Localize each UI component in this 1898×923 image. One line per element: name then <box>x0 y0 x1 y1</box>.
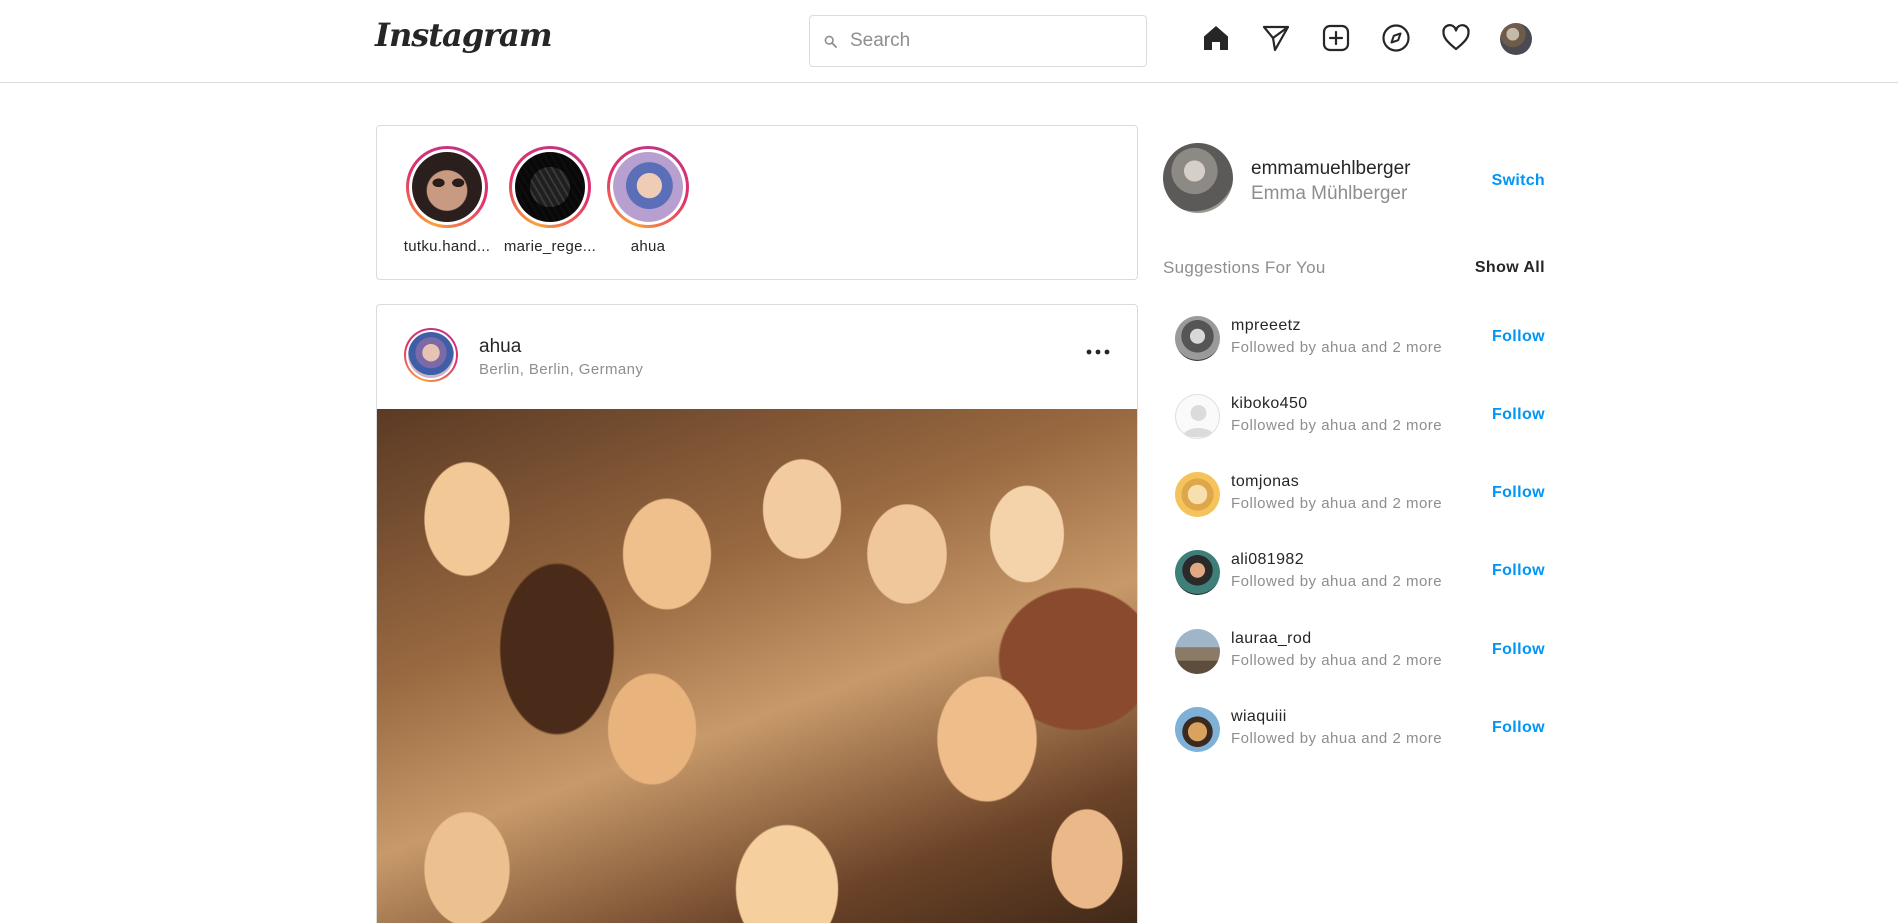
more-options-button[interactable] <box>1081 341 1115 363</box>
suggestion-username[interactable]: ali081982 <box>1231 551 1304 569</box>
profile-avatar[interactable] <box>1500 23 1532 55</box>
direct-icon[interactable] <box>1260 22 1292 54</box>
suggestion-item: tomjonas Followed by ahua and 2 more Fol… <box>1175 472 1545 518</box>
suggestion-meta: Followed by ahua and 2 more <box>1231 339 1443 356</box>
current-user-card: emmamuehlberger Emma Mühlberger Switch <box>1163 143 1545 215</box>
suggestion-item: wiaquiii Followed by ahua and 2 more Fol… <box>1175 707 1545 753</box>
home-icon[interactable] <box>1200 22 1232 54</box>
suggestion-meta: Followed by ahua and 2 more <box>1231 652 1443 669</box>
suggestion-username[interactable]: kiboko450 <box>1231 395 1308 413</box>
follow-button[interactable]: Follow <box>1492 562 1545 580</box>
suggestion-meta: Followed by ahua and 2 more <box>1231 495 1443 512</box>
story-username: marie_rege... <box>503 238 597 255</box>
follow-button[interactable]: Follow <box>1492 328 1545 346</box>
story-ring <box>607 146 689 228</box>
switch-account-button[interactable]: Switch <box>1492 172 1545 190</box>
new-post-icon[interactable] <box>1320 22 1352 54</box>
story-avatar <box>412 152 482 222</box>
post-author-avatar[interactable] <box>404 328 458 382</box>
story-ring <box>406 146 488 228</box>
instagram-logo[interactable]: Instagram <box>375 16 553 54</box>
suggestions-title: Suggestions For You <box>1163 258 1326 277</box>
suggestion-meta: Followed by ahua and 2 more <box>1231 417 1443 434</box>
suggestion-username[interactable]: lauraa_rod <box>1231 630 1312 648</box>
stories-tray: tutku.hand... marie_rege... ahua <box>376 125 1138 280</box>
story-item[interactable]: marie_rege... <box>500 146 600 255</box>
story-avatar <box>515 152 585 222</box>
suggestion-item: mpreeetz Followed by ahua and 2 more Fol… <box>1175 316 1545 362</box>
story-item[interactable]: tutku.hand... <box>397 146 497 255</box>
story-item[interactable]: ahua <box>598 146 698 255</box>
suggestion-avatar[interactable] <box>1175 472 1220 517</box>
activity-heart-icon[interactable] <box>1440 22 1472 54</box>
story-avatar <box>613 152 683 222</box>
suggestion-avatar[interactable] <box>1175 707 1220 752</box>
suggestion-item: lauraa_rod Followed by ahua and 2 more F… <box>1175 629 1545 675</box>
suggestion-avatar[interactable] <box>1175 550 1220 595</box>
follow-button[interactable]: Follow <box>1492 641 1545 659</box>
suggestion-username[interactable]: mpreeetz <box>1231 317 1301 335</box>
more-options-icon <box>1086 349 1110 355</box>
search-box[interactable] <box>809 15 1147 67</box>
story-username: ahua <box>630 238 666 255</box>
story-ring <box>509 146 591 228</box>
suggestion-item: kiboko450 Followed by ahua and 2 more Fo… <box>1175 394 1545 440</box>
current-user-username[interactable]: emmamuehlberger <box>1251 158 1410 180</box>
feed-post: ahua Berlin, Berlin, Germany <box>376 304 1138 923</box>
suggestion-meta: Followed by ahua and 2 more <box>1231 573 1443 590</box>
current-user-fullname: Emma Mühlberger <box>1251 183 1408 204</box>
search-icon <box>824 33 840 49</box>
post-photo[interactable] <box>377 409 1137 923</box>
default-avatar-icon <box>1182 405 1215 437</box>
suggestion-avatar[interactable] <box>1175 629 1220 674</box>
suggestion-avatar[interactable] <box>1175 316 1220 361</box>
follow-button[interactable]: Follow <box>1492 719 1545 737</box>
post-location[interactable]: Berlin, Berlin, Germany <box>479 361 643 378</box>
suggestion-username[interactable]: tomjonas <box>1231 473 1299 491</box>
suggestion-avatar[interactable] <box>1175 394 1220 439</box>
follow-button[interactable]: Follow <box>1492 484 1545 502</box>
post-author-username[interactable]: ahua <box>479 336 521 358</box>
explore-icon[interactable] <box>1380 22 1412 54</box>
search-input[interactable] <box>850 16 1146 66</box>
follow-button[interactable]: Follow <box>1492 406 1545 424</box>
post-header: ahua Berlin, Berlin, Germany <box>377 305 1137 409</box>
suggestion-username[interactable]: wiaquiii <box>1231 708 1287 726</box>
suggestion-meta: Followed by ahua and 2 more <box>1231 730 1443 747</box>
current-user-avatar[interactable] <box>1163 143 1233 213</box>
story-username: tutku.hand... <box>403 238 491 255</box>
suggestion-item: ali081982 Followed by ahua and 2 more Fo… <box>1175 550 1545 596</box>
suggestions-header: Suggestions For You Show All <box>1163 258 1545 280</box>
show-all-button[interactable]: Show All <box>1475 259 1545 277</box>
top-navigation-bar: Instagram <box>0 0 1898 83</box>
